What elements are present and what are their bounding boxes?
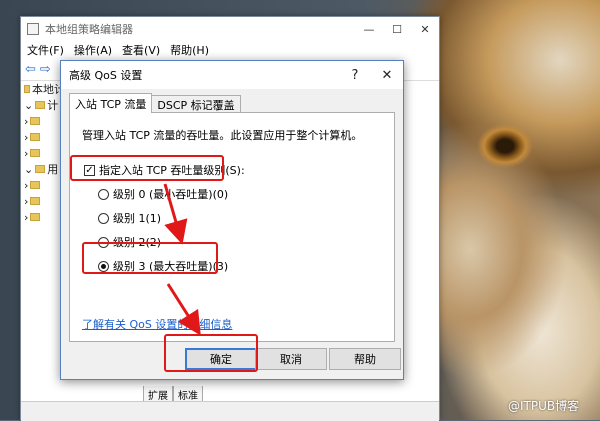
highlight-level-3: [82, 242, 218, 274]
close-icon[interactable]: ✕: [411, 17, 439, 41]
folder-icon: [30, 149, 41, 157]
folder-icon: [30, 133, 41, 141]
description-text: 管理入站 TCP 流量的吞吐量。此设置应用于整个计算机。: [82, 129, 363, 142]
tree-label: 用: [47, 163, 59, 176]
maximize-icon[interactable]: ☐: [383, 17, 411, 41]
menu-view[interactable]: 查看(V): [122, 42, 160, 58]
watermark-text: @ITPUB博客: [508, 399, 580, 413]
radio-level-1[interactable]: 级别 1(1): [98, 210, 161, 226]
tree-item[interactable]: ›: [21, 113, 65, 129]
close-icon[interactable]: ✕: [371, 68, 403, 83]
radio-button[interactable]: [98, 188, 109, 200]
folder-icon: [30, 117, 41, 125]
menu-bar: 文件(F) 操作(A) 查看(V) 帮助(H): [21, 41, 439, 59]
tree-item[interactable]: ⌄ 计: [21, 97, 65, 113]
editor-title: 本地组策略编辑器: [45, 23, 133, 36]
policy-icon: [24, 85, 30, 93]
tab-dscp-override[interactable]: DSCP 标记覆盖: [151, 95, 241, 113]
menu-action[interactable]: 操作(A): [74, 42, 112, 58]
editor-title-bar: 本地组策略编辑器 — ☐ ✕: [21, 17, 439, 41]
tree-item[interactable]: ›: [21, 145, 65, 161]
minimize-icon[interactable]: —: [355, 17, 383, 41]
highlight-ok-button: [164, 334, 258, 372]
tree-item[interactable]: ›: [21, 129, 65, 145]
tree-item[interactable]: ⌄ 用: [21, 161, 65, 177]
dialog-tabs: 入站 TCP 流量 DSCP 标记覆盖: [69, 93, 241, 113]
tree-item[interactable]: 本地计: [21, 81, 65, 97]
tree-item[interactable]: ›: [21, 193, 65, 209]
highlight-checkbox: [70, 155, 224, 181]
app-icon: [27, 23, 39, 35]
policy-tree: 本地计 ⌄ 计 › › › ⌄ 用 › › ›: [21, 81, 65, 381]
tree-item[interactable]: ›: [21, 209, 65, 225]
tab-panel: 管理入站 TCP 流量的吞吐量。此设置应用于整个计算机。 ✓ 指定入站 TCP …: [69, 112, 395, 342]
status-bar: [21, 401, 439, 421]
folder-icon: [30, 213, 41, 221]
tree-item[interactable]: ›: [21, 177, 65, 193]
dialog-title: 高级 QoS 设置: [69, 69, 143, 82]
radio-level-0[interactable]: 级别 0 (最小吞吐量)(0): [98, 186, 228, 202]
menu-file[interactable]: 文件(F): [27, 42, 64, 58]
radio-button[interactable]: [98, 212, 109, 224]
folder-icon: [30, 181, 41, 189]
dialog-title-bar: 高级 QoS 设置 ? ✕: [61, 61, 403, 89]
computer-icon: [35, 101, 46, 109]
help-icon[interactable]: ?: [339, 68, 371, 83]
radio-label: 级别 1(1): [113, 212, 162, 225]
help-button[interactable]: 帮助: [329, 348, 401, 370]
user-icon: [35, 165, 46, 173]
cancel-button[interactable]: 取消: [255, 348, 327, 370]
tree-label: 计: [47, 99, 59, 112]
qos-help-link[interactable]: 了解有关 QoS 设置的详细信息: [82, 316, 232, 332]
qos-settings-dialog: 高级 QoS 设置 ? ✕ 入站 TCP 流量 DSCP 标记覆盖 管理入站 T…: [60, 60, 404, 380]
back-arrow-icon[interactable]: ⇦: [25, 62, 36, 77]
folder-icon: [30, 197, 41, 205]
tab-inbound-tcp[interactable]: 入站 TCP 流量: [69, 93, 153, 113]
forward-arrow-icon[interactable]: ⇨: [40, 62, 51, 77]
menu-help[interactable]: 帮助(H): [170, 42, 209, 58]
radio-label: 级别 0 (最小吞吐量)(0): [113, 188, 229, 201]
